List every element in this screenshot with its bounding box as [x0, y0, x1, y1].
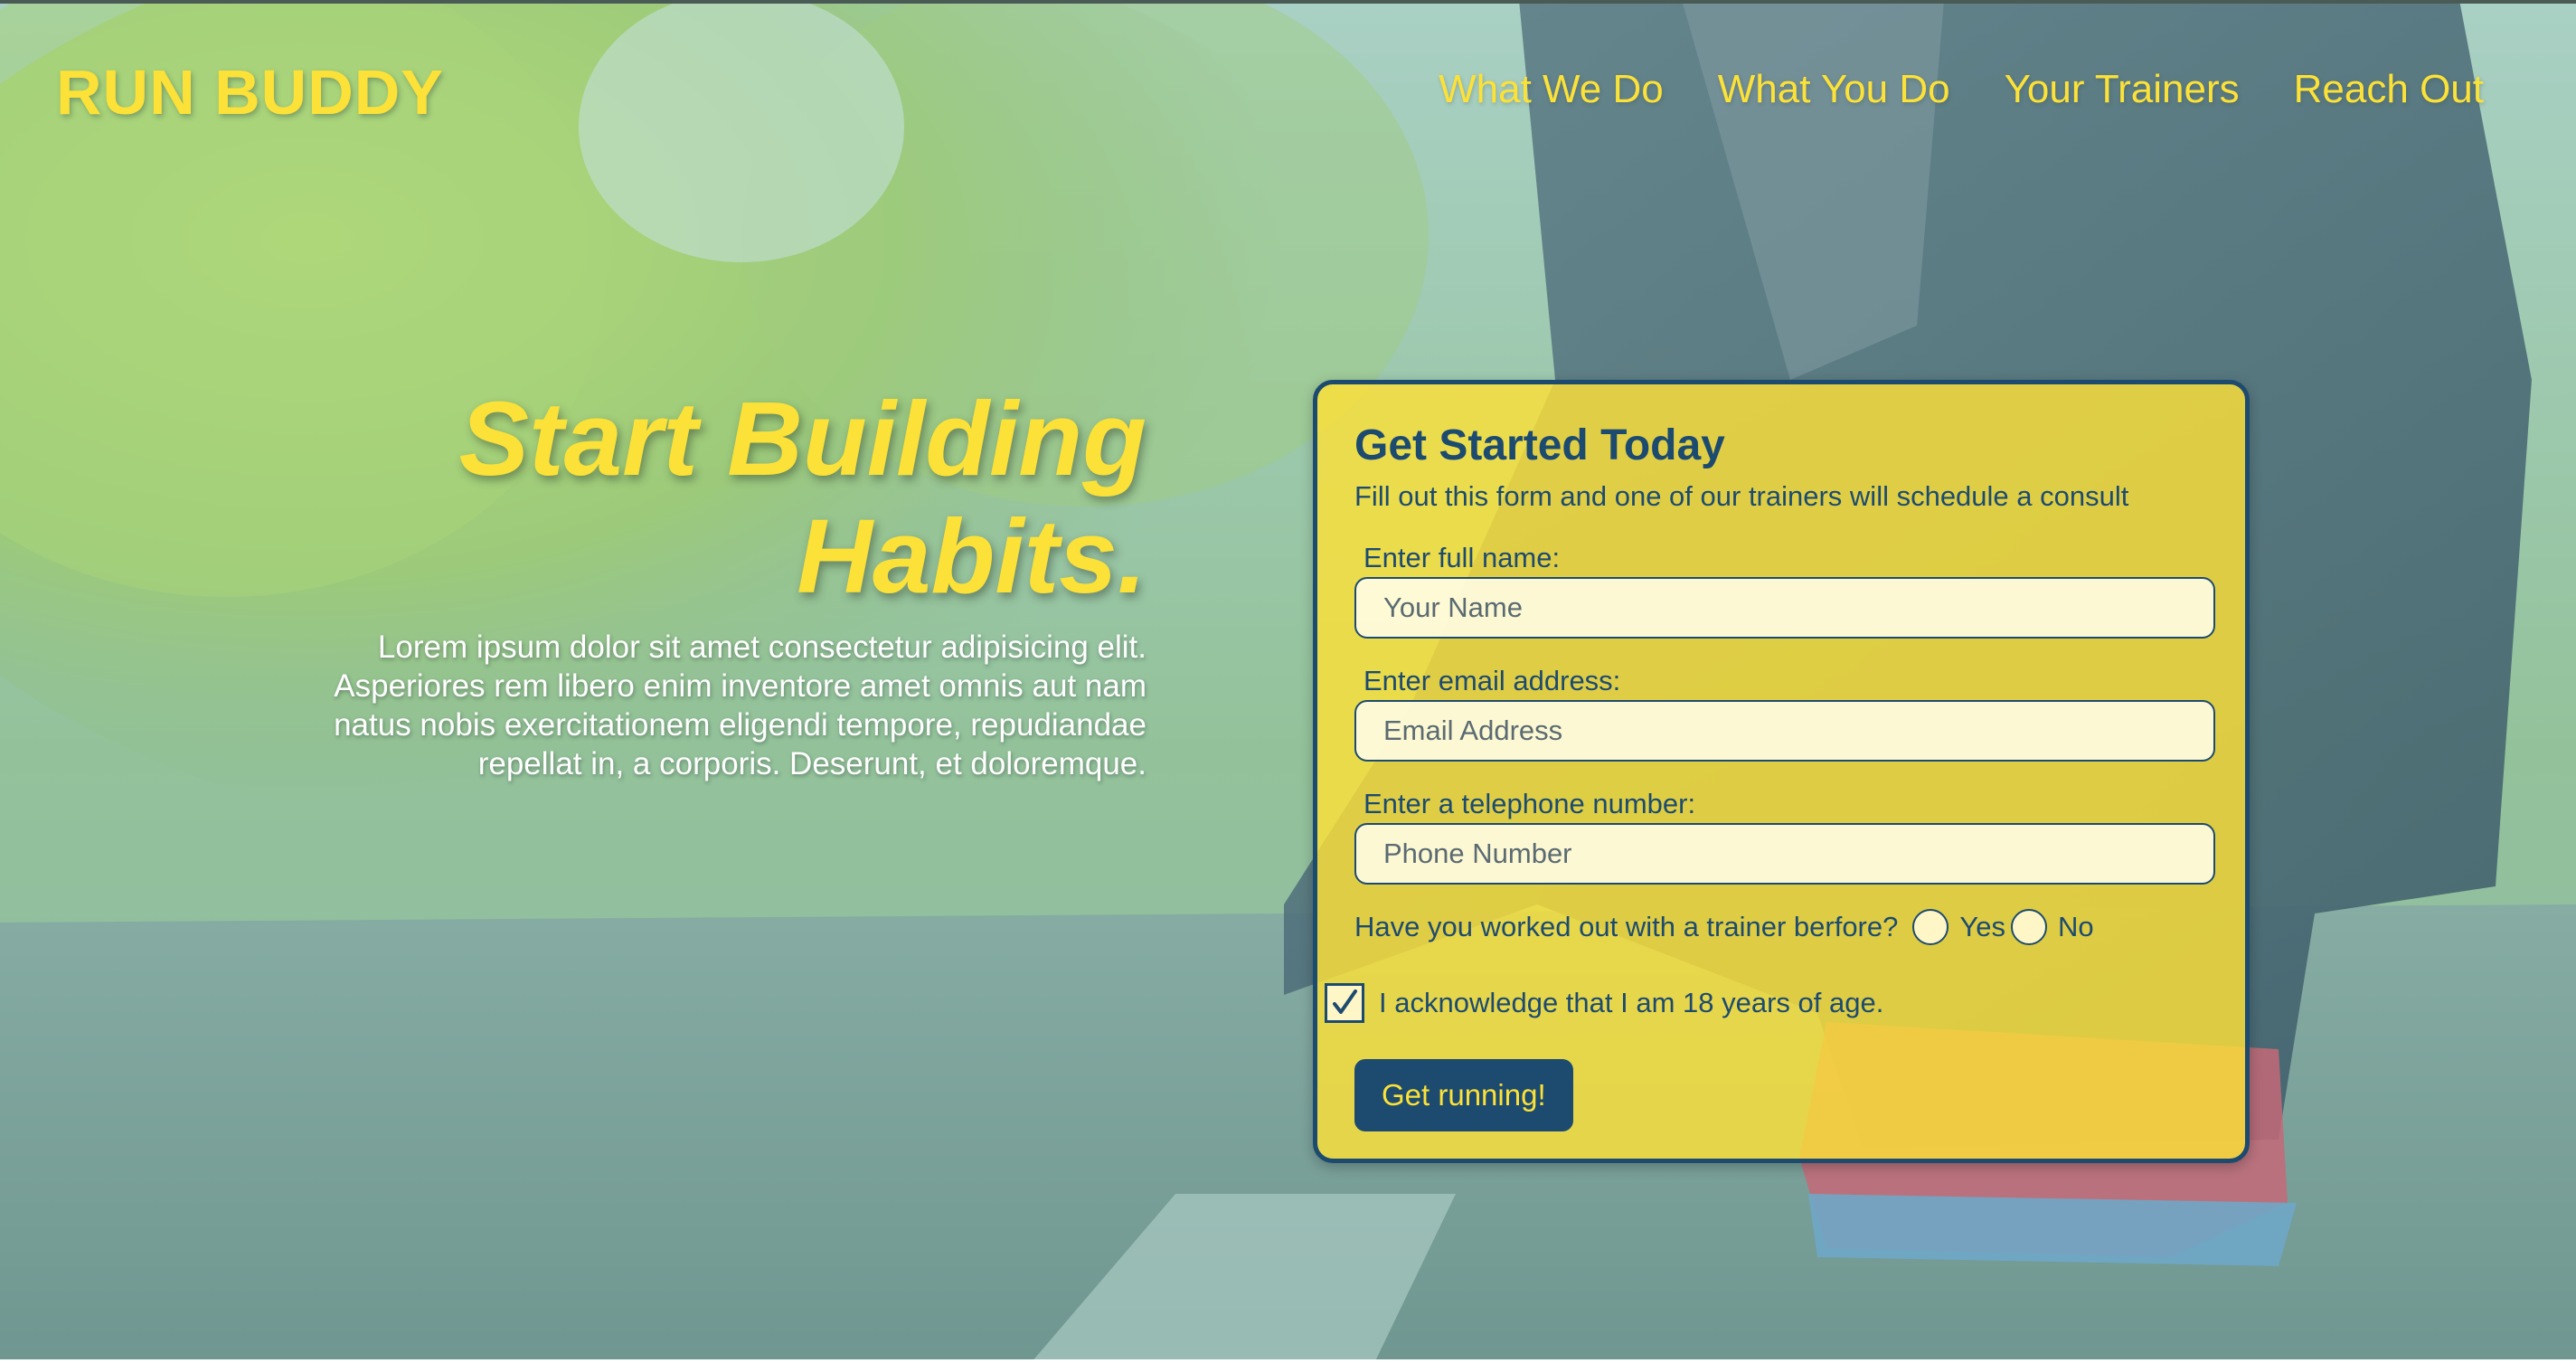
acknowledge-label: I acknowledge that I am 18 years of age.	[1379, 987, 1884, 1018]
hero-intro: Start Building Habits. Lorem ipsum dolor…	[271, 380, 1146, 783]
hero-title: Start Building Habits.	[271, 380, 1146, 615]
radio-no-label: No	[2057, 911, 2094, 942]
acknowledge-row: I acknowledge that I am 18 years of age.	[1325, 983, 1883, 1023]
signup-form-card: Get Started Today Fill out this form and…	[1313, 380, 2250, 1163]
nav-link-what-we-do[interactable]: What We Do	[1439, 67, 1664, 112]
email-label: Enter email address:	[1363, 665, 1621, 696]
radio-yes-label: Yes	[1959, 911, 2005, 942]
email-input[interactable]	[1354, 700, 2215, 762]
top-border	[0, 0, 2576, 4]
nav-link-what-you-do[interactable]: What You Do	[1718, 67, 1950, 112]
bottom-border	[0, 1359, 2576, 1363]
main-nav: What We Do What You Do Your Trainers Rea…	[1439, 67, 2484, 112]
acknowledge-checkbox[interactable]	[1325, 983, 1364, 1023]
get-running-button[interactable]: Get running!	[1354, 1059, 1573, 1131]
hero-body-text: Lorem ipsum dolor sit amet consectetur a…	[334, 629, 1146, 781]
phone-input[interactable]	[1354, 823, 2215, 885]
site-logo[interactable]: RUN BUDDY	[56, 56, 444, 128]
trainer-question-row: Have you worked out with a trainer berfo…	[1354, 909, 2099, 945]
phone-label: Enter a telephone number:	[1363, 788, 1696, 819]
hero-title-line2: Habits.	[797, 497, 1146, 615]
hero-title-line1: Start Building	[458, 380, 1146, 497]
radio-no[interactable]	[2010, 909, 2047, 945]
name-label: Enter full name:	[1363, 542, 1561, 573]
page: RUN BUDDY What We Do What You Do Your Tr…	[0, 0, 2576, 1363]
nav-link-your-trainers[interactable]: Your Trainers	[2005, 67, 2240, 112]
name-input[interactable]	[1354, 577, 2215, 639]
form-title: Get Started Today	[1354, 421, 1725, 469]
radio-yes[interactable]	[1912, 909, 1949, 945]
form-subtitle: Fill out this form and one of our traine…	[1354, 480, 2129, 512]
checkmark-icon	[1333, 989, 1357, 1014]
trainer-question-label: Have you worked out with a trainer berfo…	[1354, 911, 1899, 942]
nav-link-reach-out[interactable]: Reach Out	[2294, 67, 2484, 112]
